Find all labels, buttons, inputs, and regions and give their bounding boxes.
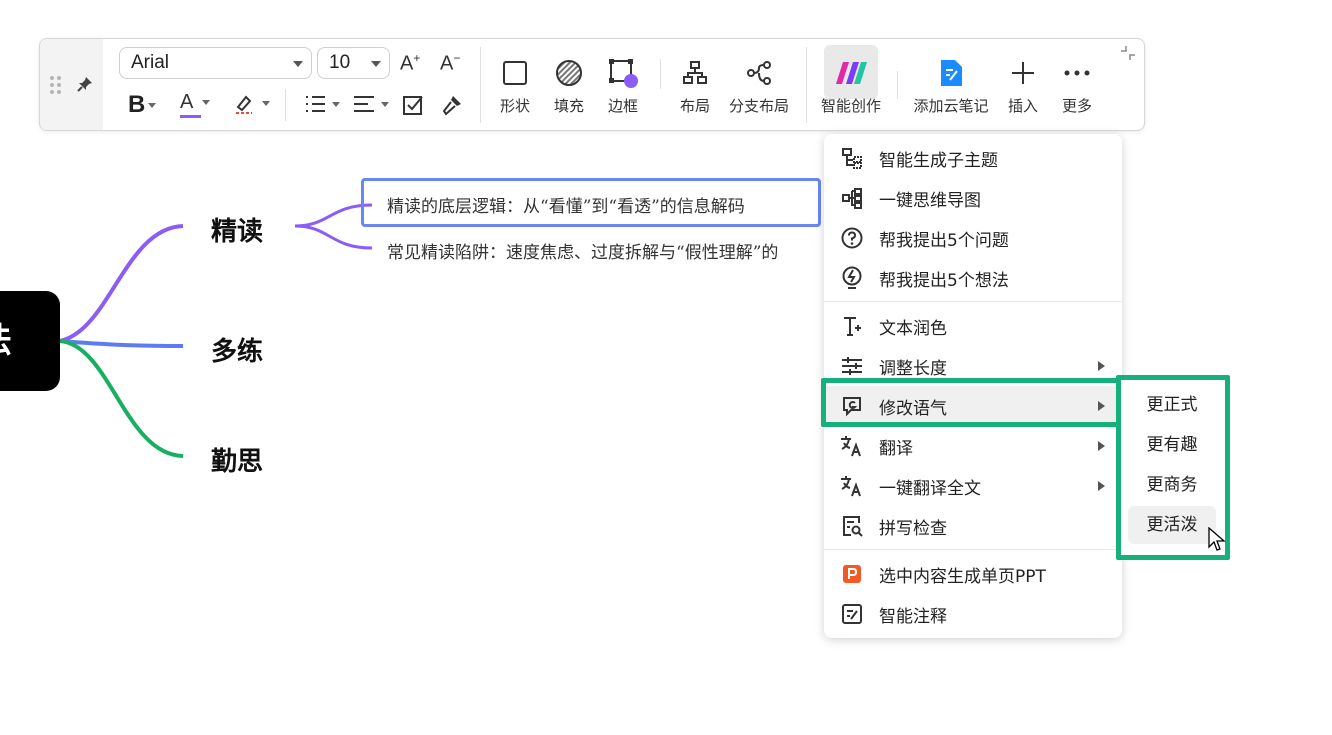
root-node[interactable]: 法 <box>0 291 60 391</box>
menu-item-label: 一键思维导图 <box>879 190 981 211</box>
branch-line-duolian <box>59 339 184 348</box>
branch-line-qinsi <box>59 339 184 458</box>
translate-icon <box>839 433 865 459</box>
menu-item-annotation[interactable]: 智能注释 <box>824 594 1122 634</box>
question-icon <box>839 225 865 251</box>
highlight-box-tone-item <box>821 378 1121 427</box>
node-qinsi[interactable]: 勤思 <box>211 441 263 478</box>
node-duolian[interactable]: 多练 <box>211 331 263 368</box>
leaf-node-1[interactable]: 精读的底层逻辑：从“看懂”到“看透”的信息解码 <box>387 192 745 217</box>
menu-item-label: 帮我提出5个问题 <box>879 230 1009 251</box>
leaf-node-2[interactable]: 常见精读陷阱：速度焦虑、过度拆解与“假性理解”的 <box>387 238 824 263</box>
adjust-length-icon <box>839 353 865 379</box>
chevron-right-icon <box>1098 361 1105 371</box>
menu-item-label: 调整长度 <box>879 358 947 379</box>
text-polish-icon <box>839 313 865 339</box>
menu-item-label: 拼写检查 <box>879 518 947 539</box>
menu-item-label: 文本润色 <box>879 318 947 339</box>
menu-divider <box>824 301 1122 302</box>
ppt-icon <box>839 561 865 587</box>
chevron-right-icon <box>1098 441 1105 451</box>
mindmap-icon <box>839 185 865 211</box>
menu-item-label: 智能生成子主题 <box>879 150 998 171</box>
menu-item-polish[interactable]: 文本润色 <box>824 306 1122 346</box>
menu-item-translate-all[interactable]: 一键翻译全文 <box>824 466 1122 506</box>
menu-item-mindmap[interactable]: 一键思维导图 <box>824 178 1122 218</box>
menu-item-ideas[interactable]: 帮我提出5个想法 <box>824 258 1122 298</box>
translate-all-icon <box>839 473 865 499</box>
chevron-right-icon <box>1098 481 1105 491</box>
menu-item-spellcheck[interactable]: 拼写检查 <box>824 506 1122 546</box>
menu-item-label: 一键翻译全文 <box>879 478 981 499</box>
spell-check-icon <box>839 513 865 539</box>
menu-divider <box>824 549 1122 550</box>
leaf-line-2 <box>294 224 373 250</box>
root-node-label: 法 <box>0 291 12 391</box>
lightbulb-icon <box>839 265 865 291</box>
annotation-icon <box>839 601 865 627</box>
subtopic-icon <box>839 145 865 171</box>
menu-item-questions[interactable]: 帮我提出5个问题 <box>824 218 1122 258</box>
menu-item-ppt[interactable]: 选中内容生成单页PPT <box>824 554 1122 594</box>
menu-item-translate[interactable]: 翻译 <box>824 426 1122 466</box>
menu-item-label: 帮我提出5个想法 <box>879 270 1009 291</box>
menu-item-label: 选中内容生成单页PPT <box>879 566 1046 587</box>
menu-item-subtopic[interactable]: 智能生成子主题 <box>824 138 1122 178</box>
menu-item-label: 智能注释 <box>879 606 947 627</box>
mouse-cursor-icon <box>1208 527 1226 551</box>
mindmap-branches <box>59 203 373 458</box>
node-jingdu[interactable]: 精读 <box>211 211 263 248</box>
menu-item-label: 翻译 <box>879 438 913 459</box>
branch-line-jingdu <box>59 224 184 343</box>
